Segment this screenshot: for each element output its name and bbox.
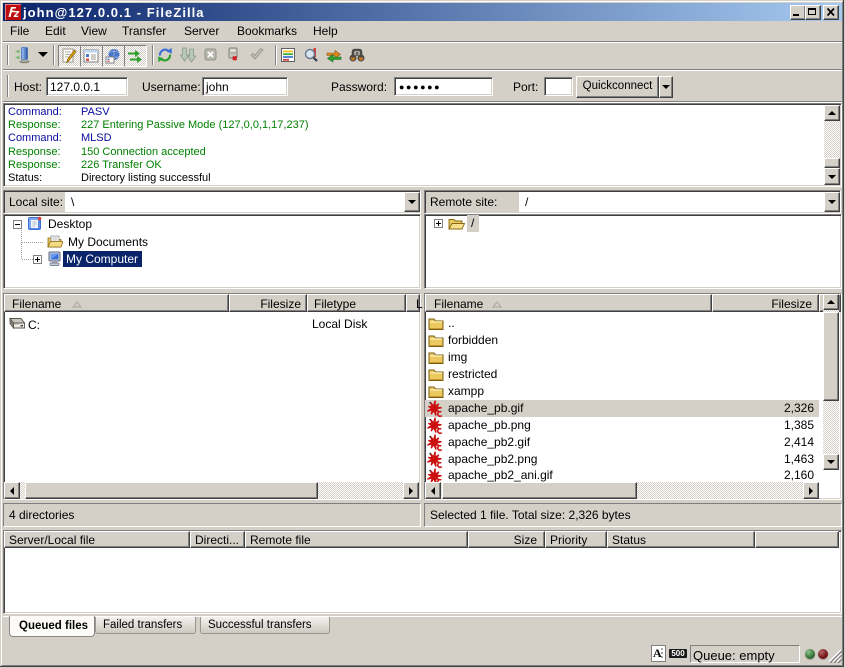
- svg-text:A: A: [653, 646, 662, 660]
